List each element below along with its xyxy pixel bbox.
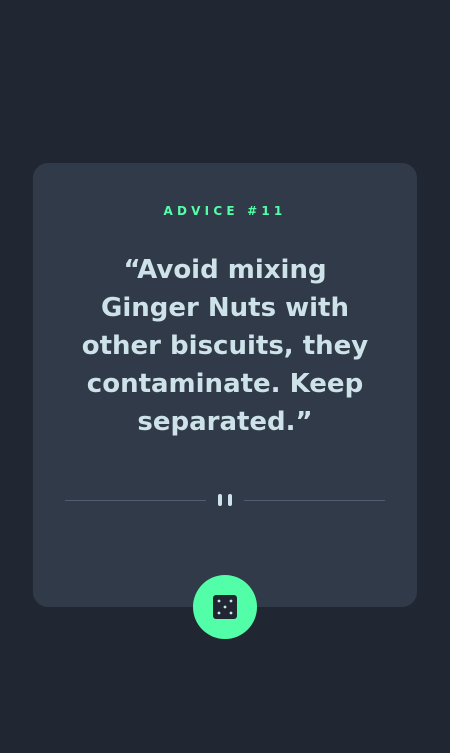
advice-id: ADVICE #11: [163, 204, 287, 218]
advice-card: ADVICE #11 “Avoid mixing Ginger Nuts wit…: [33, 163, 417, 607]
pause-icon: [218, 494, 232, 506]
pattern-divider: [65, 493, 385, 507]
divider-line-left: [65, 500, 206, 501]
dice-icon: [213, 595, 237, 619]
divider-line-right: [244, 500, 385, 501]
generate-advice-button[interactable]: [193, 575, 257, 639]
advice-text: “Avoid mixing Ginger Nuts with other bis…: [81, 255, 369, 437]
